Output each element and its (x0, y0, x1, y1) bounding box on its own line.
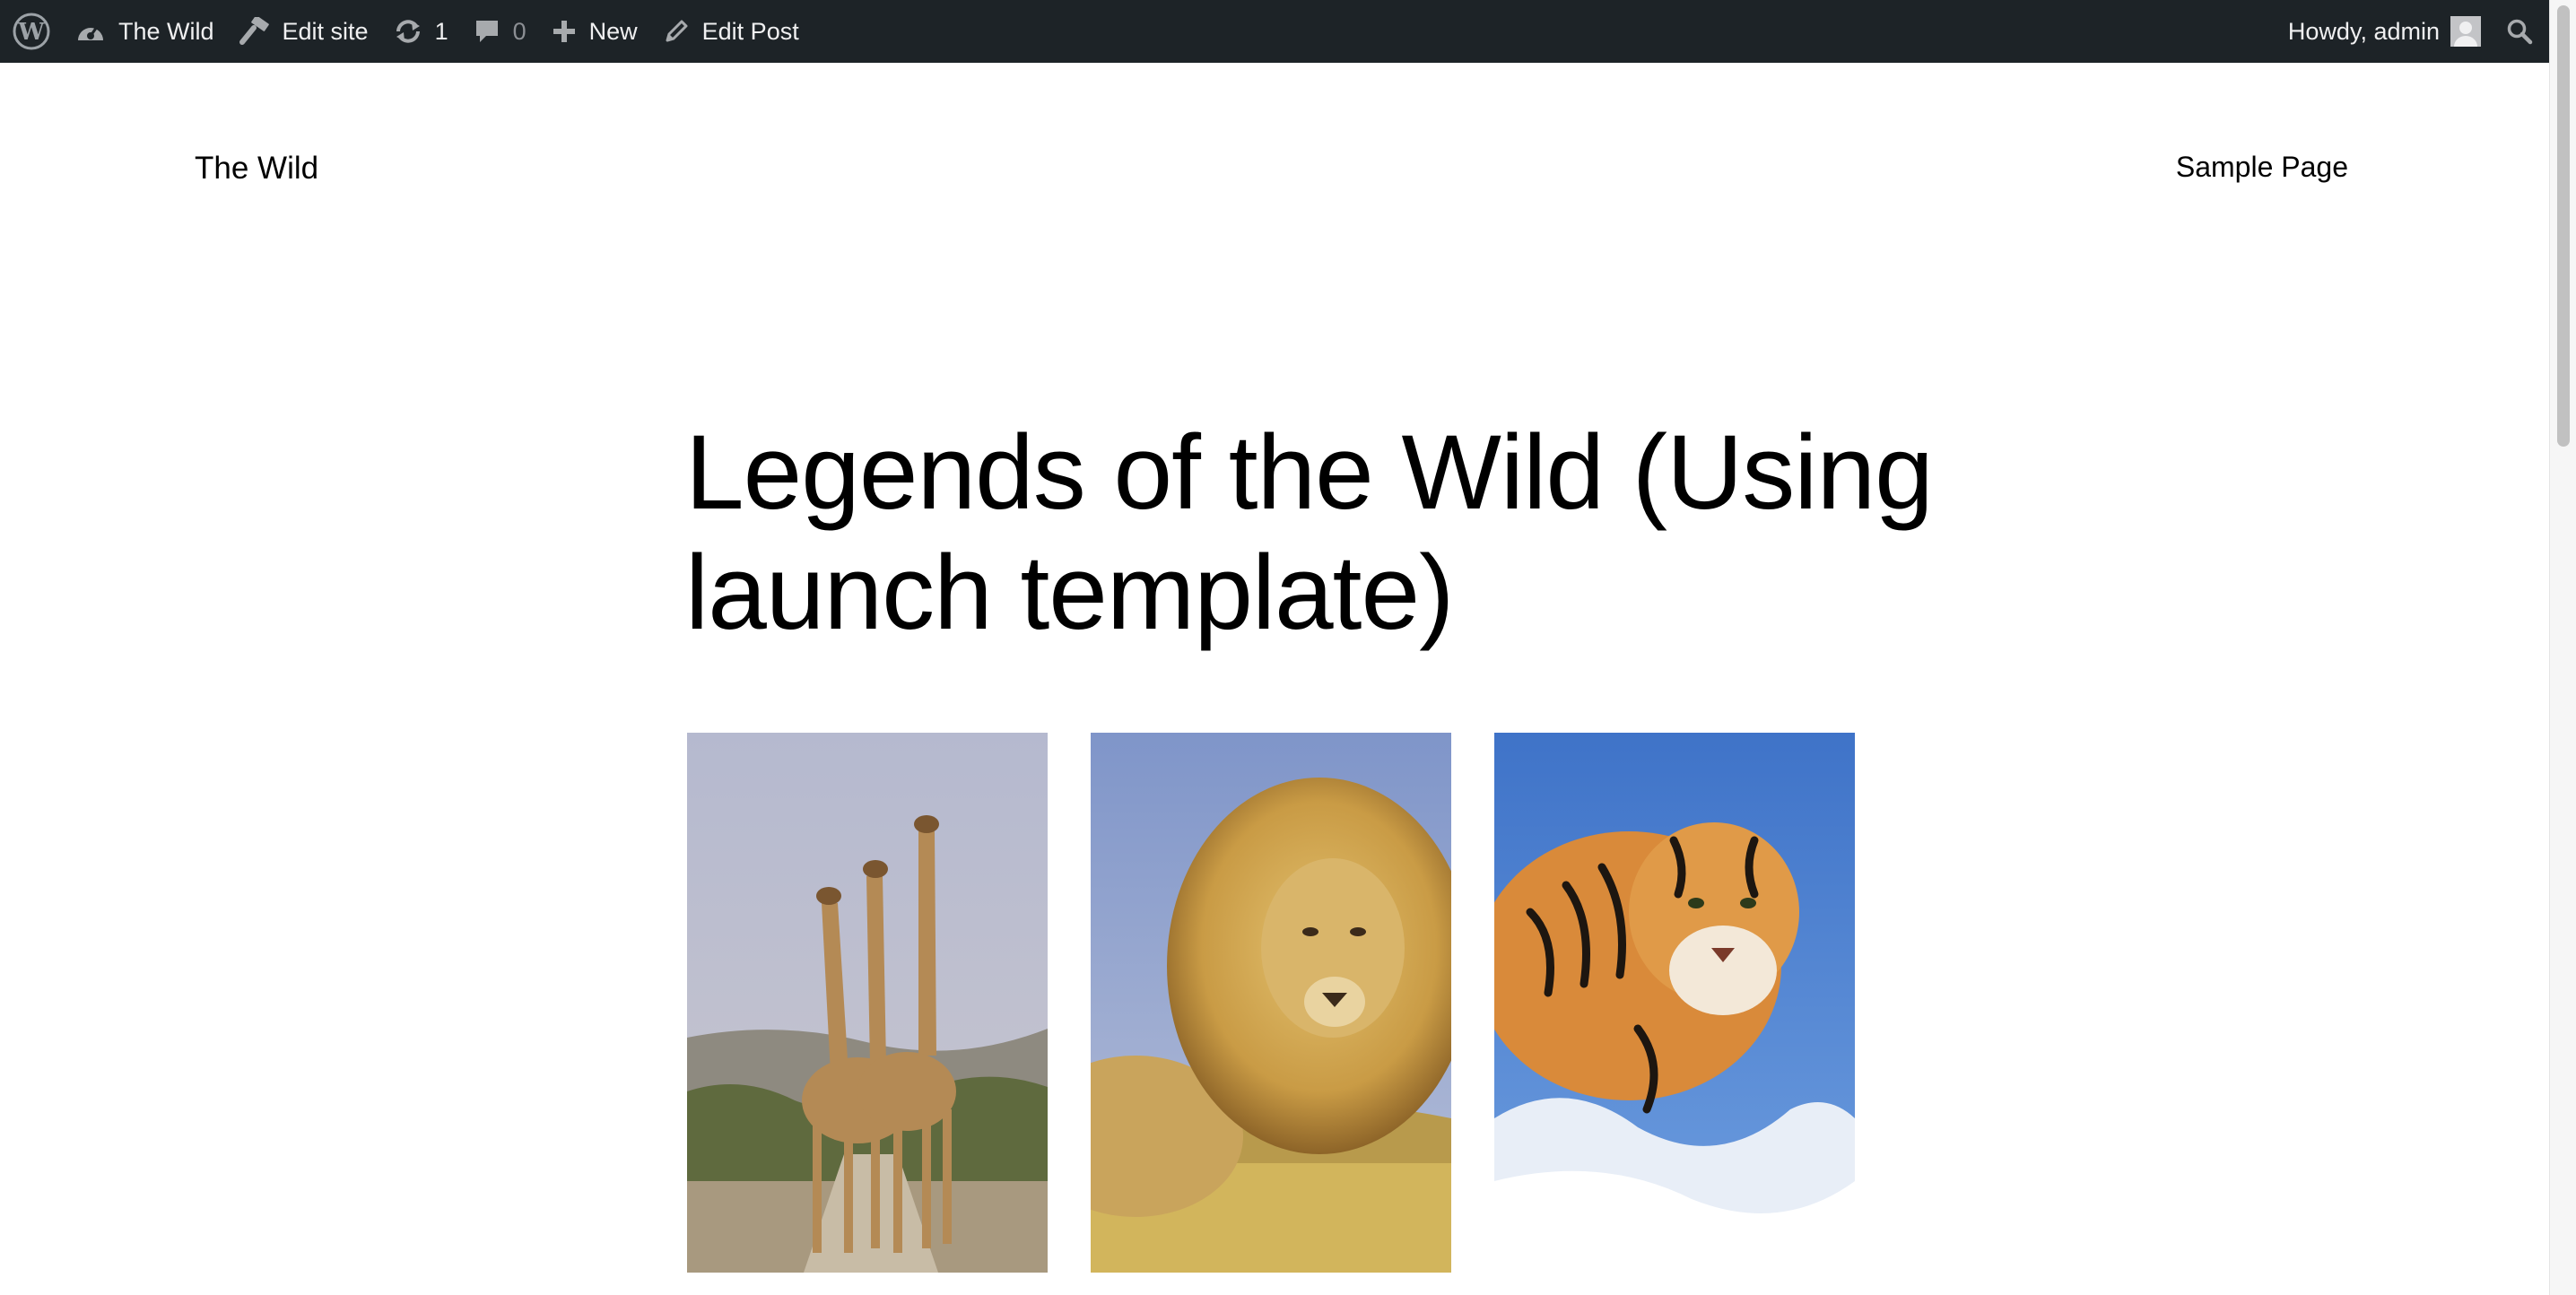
updates-link[interactable]: 1 (381, 0, 461, 63)
hammer-icon (239, 17, 270, 46)
pencil-icon (663, 18, 690, 45)
comment-bubble-icon (474, 18, 500, 45)
my-account-menu[interactable]: Howdy, admin (2276, 0, 2493, 63)
new-label: New (588, 17, 638, 45)
site-name-label: The Wild (118, 17, 214, 45)
avatar (2450, 16, 2481, 47)
scrollbar-thumb[interactable] (2557, 5, 2570, 447)
admin-bar: W The Wild Edit site 1 0 New Edit Post H… (0, 0, 2549, 63)
comments-count: 0 (512, 17, 527, 45)
svg-text:W: W (17, 19, 45, 46)
gallery-image-lion[interactable] (1091, 733, 1451, 1273)
post-title: Legends of the Wild (Using launch templa… (685, 413, 1934, 652)
comments-link[interactable]: 0 (461, 0, 539, 63)
site-name-menu[interactable]: The Wild (63, 0, 227, 63)
site-title[interactable]: The Wild (195, 151, 318, 187)
admin-search-button[interactable] (2493, 0, 2549, 63)
nav-item-sample-page[interactable]: Sample Page (2176, 151, 2348, 184)
new-content-menu[interactable]: New (539, 0, 650, 63)
refresh-icon (394, 19, 422, 44)
plus-icon (552, 19, 577, 44)
edit-post-link[interactable]: Edit Post (650, 0, 812, 63)
howdy-label: Howdy, admin (2287, 17, 2440, 45)
updates-count: 1 (434, 17, 448, 45)
wordpress-logo-icon[interactable]: W (0, 0, 63, 63)
edit-post-label: Edit Post (701, 17, 799, 45)
gallery-image-tiger[interactable] (1494, 733, 1855, 1273)
gallery-image-giraffes[interactable] (687, 733, 1048, 1273)
edit-site-label: Edit site (282, 17, 369, 45)
search-icon (2506, 18, 2533, 45)
dashboard-icon (75, 18, 106, 45)
edit-site-link[interactable]: Edit site (227, 0, 381, 63)
page-scrollbar[interactable] (2549, 0, 2576, 1295)
